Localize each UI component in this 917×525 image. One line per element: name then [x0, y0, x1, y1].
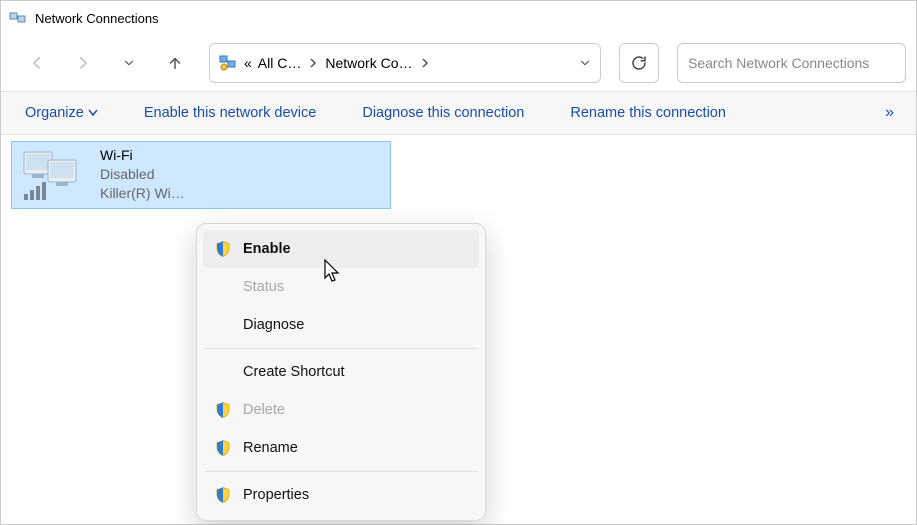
search-input[interactable]	[688, 55, 895, 71]
organize-button[interactable]: Organize	[15, 99, 108, 127]
blank-icon	[213, 362, 233, 382]
context-properties[interactable]: Properties	[203, 476, 479, 514]
back-button[interactable]	[19, 45, 55, 81]
shield-icon	[213, 239, 233, 259]
address-dropdown[interactable]	[578, 56, 592, 70]
enable-device-label: Enable this network device	[144, 105, 317, 121]
breadcrumb-prefix: «	[244, 55, 252, 71]
diagnose-connection-button[interactable]: Diagnose this connection	[352, 99, 534, 127]
context-properties-label: Properties	[243, 487, 309, 503]
organize-label: Organize	[25, 105, 84, 121]
context-diagnose[interactable]: Diagnose	[203, 306, 479, 344]
command-bar: Organize Enable this network device Diag…	[1, 91, 916, 135]
context-diagnose-label: Diagnose	[243, 317, 304, 333]
diagnose-connection-label: Diagnose this connection	[362, 105, 524, 121]
context-create-shortcut[interactable]: Create Shortcut	[203, 353, 479, 391]
control-panel-icon	[218, 53, 238, 73]
context-status-label: Status	[243, 279, 284, 295]
recent-dropdown[interactable]	[111, 45, 147, 81]
context-delete-label: Delete	[243, 402, 285, 418]
app-icon	[9, 9, 27, 27]
shield-icon	[213, 485, 233, 505]
context-sep-2	[205, 471, 477, 472]
context-menu: Enable Status Diagnose Create Shortcut D…	[196, 223, 486, 521]
enable-device-button[interactable]: Enable this network device	[134, 99, 327, 127]
refresh-button[interactable]	[619, 43, 659, 83]
context-enable-label: Enable	[243, 241, 291, 257]
forward-button[interactable]	[65, 45, 101, 81]
content-area: Wi-Fi Disabled Killer(R) Wi…	[1, 135, 916, 215]
rename-connection-label: Rename this connection	[570, 105, 726, 121]
adapter-device: Killer(R) Wi…	[100, 184, 185, 203]
shield-icon	[213, 400, 233, 420]
nav-row: « All C… Network Co…	[1, 35, 916, 91]
context-rename-label: Rename	[243, 440, 298, 456]
caret-down-icon	[88, 109, 98, 117]
chevron-right-icon[interactable]	[307, 58, 319, 68]
breadcrumb-crumb-2[interactable]: Network Co…	[325, 55, 412, 71]
adapter-status: Disabled	[100, 165, 185, 184]
up-button[interactable]	[157, 45, 193, 81]
blank-icon	[213, 315, 233, 335]
context-create-shortcut-label: Create Shortcut	[243, 364, 345, 380]
adapter-name: Wi-Fi	[100, 146, 185, 165]
chevron-right-icon[interactable]	[419, 58, 431, 68]
context-delete: Delete	[203, 391, 479, 429]
context-status: Status	[203, 268, 479, 306]
blank-icon	[213, 277, 233, 297]
shield-icon	[213, 438, 233, 458]
toolbar-overflow[interactable]: »	[877, 100, 902, 126]
network-adapter-text: Wi-Fi Disabled Killer(R) Wi…	[100, 146, 185, 203]
address-bar[interactable]: « All C… Network Co…	[209, 43, 601, 83]
context-rename[interactable]: Rename	[203, 429, 479, 467]
rename-connection-button[interactable]: Rename this connection	[560, 99, 736, 127]
title-bar: Network Connections	[1, 1, 916, 35]
context-enable[interactable]: Enable	[203, 230, 479, 268]
search-box[interactable]	[677, 43, 906, 83]
context-sep-1	[205, 348, 477, 349]
breadcrumb-crumb-1[interactable]: All C…	[258, 55, 302, 71]
window-title: Network Connections	[35, 11, 159, 26]
network-adapter-icon	[18, 146, 90, 202]
network-adapter-item[interactable]: Wi-Fi Disabled Killer(R) Wi…	[11, 141, 391, 209]
